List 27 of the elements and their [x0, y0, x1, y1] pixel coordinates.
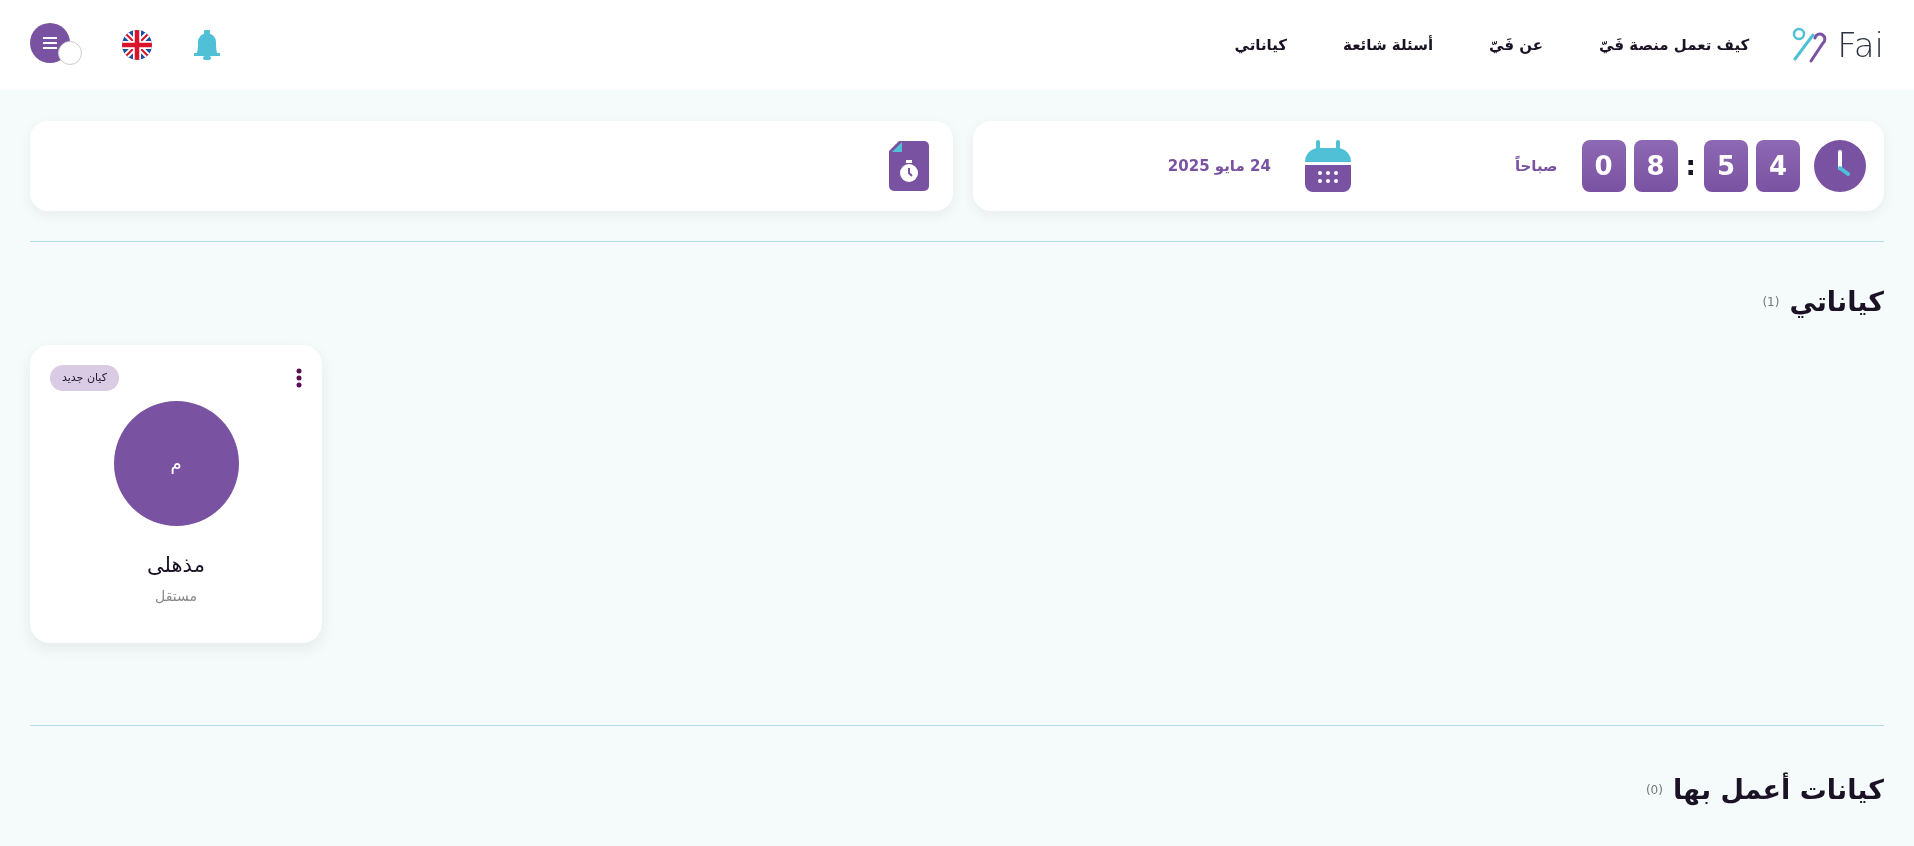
time-separator: : [1685, 149, 1696, 183]
date-text: 24 مايو 2025 [1167, 155, 1271, 177]
entity-count: (1) [1762, 294, 1780, 312]
stopwatch-document-icon [889, 141, 929, 191]
time-digit: 0 [1581, 140, 1626, 192]
time-period: صباحاً [1514, 155, 1558, 177]
entity-count: (0) [1645, 781, 1663, 799]
nav-link[interactable]: كياناتي [1234, 33, 1288, 57]
entity-card[interactable]: كيان جديد م مذهلى مستقل [30, 344, 322, 643]
entity-type: مستقل [155, 586, 197, 606]
uk-flag-icon[interactable] [122, 30, 152, 60]
entity-name: مذهلى [147, 552, 205, 579]
time-digit: 4 [1756, 140, 1800, 192]
menu-button[interactable] [30, 23, 70, 63]
logo-text: Fai [1837, 23, 1884, 67]
time-digit: 5 [1704, 140, 1748, 192]
section-title: كيانات أعمل بها [1672, 771, 1884, 808]
nav-link[interactable]: عن فَيّ [1489, 33, 1544, 57]
time-digit: 8 [1633, 140, 1678, 192]
nav-link[interactable]: أسئلة شائعة [1343, 33, 1434, 57]
section-title: كياناتي [1789, 285, 1884, 320]
new-entity-badge: كيان جديد [50, 364, 119, 391]
clock-icon [1814, 140, 1866, 192]
calendar-icon [1304, 140, 1351, 192]
nav-link[interactable]: كيف تعمل منصة فَيّ [1599, 33, 1750, 57]
more-options-icon[interactable] [296, 367, 302, 388]
menu-icon [42, 37, 58, 49]
